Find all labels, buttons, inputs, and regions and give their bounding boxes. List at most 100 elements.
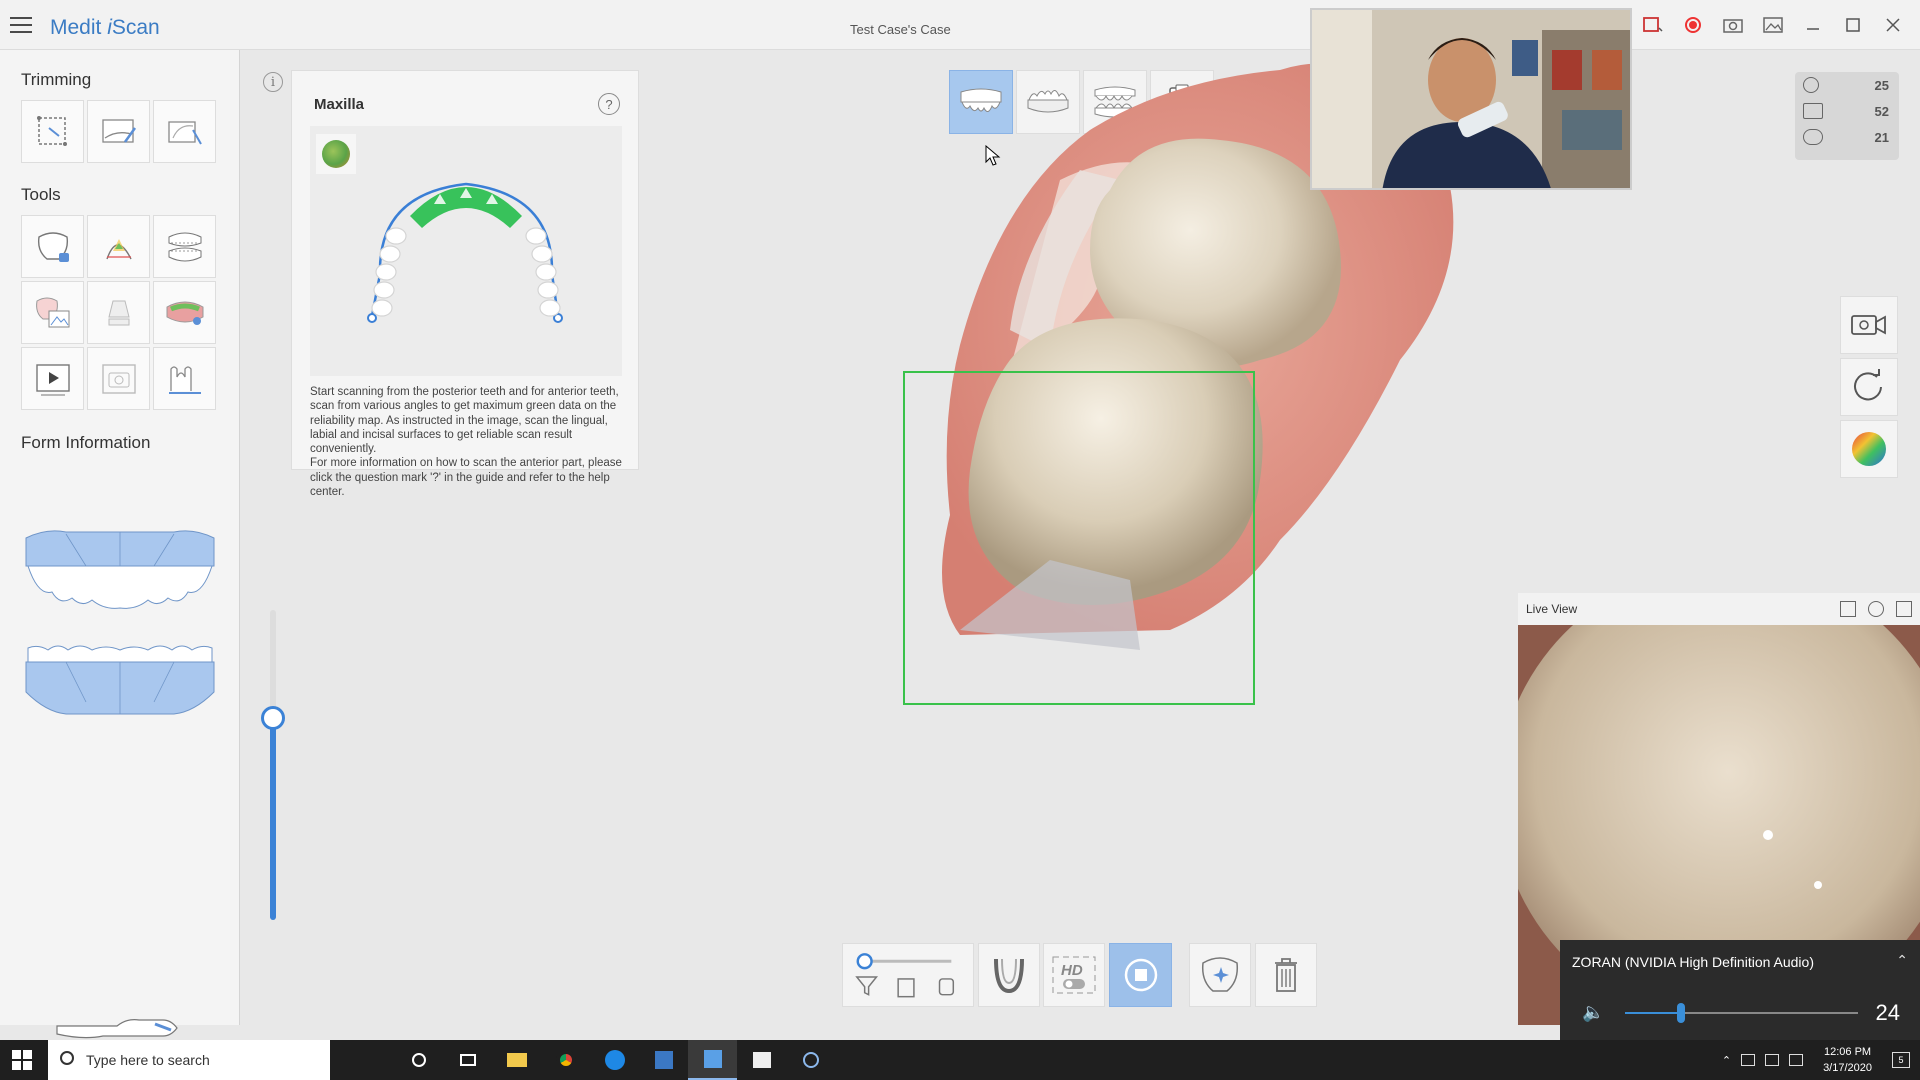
ai-scan-button[interactable] bbox=[1189, 943, 1251, 1007]
snapshot-button[interactable] bbox=[87, 347, 150, 410]
u-arch-icon bbox=[994, 958, 1024, 994]
brush-trim-button[interactable] bbox=[153, 100, 216, 163]
volume-flyout: ZORAN (NVIDIA High Definition Audio) ⌃ 🔈… bbox=[1560, 940, 1920, 1040]
help-icon[interactable]: ? bbox=[598, 93, 620, 115]
clock-date: 3/17/2020 bbox=[1823, 1062, 1872, 1074]
occlusion-icon bbox=[168, 232, 201, 261]
guide-title: Maxilla bbox=[314, 96, 365, 113]
app-logo: Medit iScan bbox=[50, 16, 160, 40]
medit-scan-taskbar-icon[interactable] bbox=[688, 1040, 737, 1080]
task-view-icon[interactable] bbox=[443, 1040, 492, 1080]
guide-instructions: Start scanning from the posterior teeth … bbox=[310, 386, 622, 499]
stat-time-value: 25 bbox=[1874, 77, 1889, 93]
taskbar-apps bbox=[394, 1040, 835, 1080]
reliability-button[interactable] bbox=[153, 281, 216, 344]
margin-icon bbox=[105, 238, 132, 259]
stat-time: 25 bbox=[1795, 72, 1899, 98]
smart-trim-button[interactable] bbox=[87, 100, 150, 163]
remote-app-icon[interactable] bbox=[639, 1040, 688, 1080]
filter-options-button[interactable] bbox=[842, 943, 974, 1007]
arch-guide-illustration bbox=[310, 126, 622, 376]
menu-icon[interactable] bbox=[10, 17, 32, 33]
logo-text: Medit bbox=[50, 16, 102, 39]
file-explorer-icon[interactable] bbox=[492, 1040, 541, 1080]
minimize-icon[interactable] bbox=[1800, 14, 1826, 36]
app-window-icon[interactable] bbox=[737, 1040, 786, 1080]
notification-count: 5 bbox=[1898, 1055, 1904, 1065]
screen-capture-icon[interactable] bbox=[1640, 14, 1666, 36]
measure-button[interactable] bbox=[153, 347, 216, 410]
edge-icon[interactable] bbox=[590, 1040, 639, 1080]
reliability-icon bbox=[166, 301, 203, 325]
system-tray: ⌃ 12:06 PM 3/17/2020 5 bbox=[1722, 1040, 1910, 1080]
record-icon[interactable] bbox=[1680, 14, 1706, 36]
chevron-up-icon[interactable]: ⌃ bbox=[1896, 952, 1908, 969]
stat-frames-value: 52 bbox=[1874, 103, 1889, 119]
volume-slider[interactable] bbox=[1625, 1003, 1858, 1023]
hd-off-icon: HD bbox=[1052, 956, 1096, 994]
trimming-title: Trimming bbox=[21, 70, 92, 89]
taskbar-search[interactable]: Type here to search bbox=[48, 1040, 330, 1080]
video-camera-icon bbox=[1851, 315, 1886, 335]
close-icon[interactable] bbox=[1880, 14, 1906, 36]
play-video-icon bbox=[35, 363, 70, 395]
notifications-icon[interactable]: 5 bbox=[1892, 1052, 1910, 1068]
windows-start-icon[interactable] bbox=[12, 1050, 32, 1070]
margin-button[interactable] bbox=[87, 215, 150, 278]
delete-button[interactable] bbox=[1255, 943, 1317, 1007]
volume-slider-thumb[interactable] bbox=[1677, 1003, 1685, 1023]
tools-grid bbox=[21, 215, 216, 410]
reliability-map-button[interactable] bbox=[1840, 420, 1898, 478]
abutment-button[interactable] bbox=[87, 281, 150, 344]
stat-rotation: 21 bbox=[1795, 124, 1899, 150]
play-video-button[interactable] bbox=[21, 347, 84, 410]
stat-frames: 52 bbox=[1795, 98, 1899, 124]
taskbar-search-placeholder: Type here to search bbox=[86, 1052, 210, 1068]
video-capture-button[interactable] bbox=[1840, 296, 1898, 354]
brush-trim-icon bbox=[167, 120, 202, 144]
gallery-icon[interactable] bbox=[1760, 14, 1786, 36]
info-icon[interactable]: i bbox=[263, 72, 283, 92]
hd-toggle-button[interactable]: HD bbox=[1043, 943, 1105, 1007]
filter-slider-fill bbox=[270, 717, 276, 920]
tools-title: Tools bbox=[21, 185, 61, 204]
tooth-lock-button[interactable] bbox=[21, 215, 84, 278]
search-icon bbox=[60, 1051, 74, 1065]
speaker-icon[interactable]: 🔈 bbox=[1582, 1002, 1604, 1023]
tray-expand-icon[interactable]: ⌃ bbox=[1722, 1054, 1731, 1067]
scan-stats-panel: 25 52 21 bbox=[1795, 72, 1899, 160]
volume-value: 24 bbox=[1875, 1000, 1900, 1025]
record-app-icon[interactable] bbox=[786, 1040, 835, 1080]
live-view-controls bbox=[1840, 601, 1912, 617]
cortana-icon[interactable] bbox=[394, 1040, 443, 1080]
maxilla-form-icon[interactable] bbox=[22, 528, 218, 610]
volume-tray-icon[interactable] bbox=[1789, 1054, 1804, 1066]
camera-icon[interactable] bbox=[1720, 14, 1746, 36]
left-sidebar: Trimming Tools Form Information bbox=[0, 50, 240, 1054]
filter-slider-knob[interactable] bbox=[261, 706, 285, 730]
form-information-title: Form Information bbox=[21, 433, 151, 452]
stat-rotation-value: 21 bbox=[1874, 129, 1889, 145]
reset-view-button[interactable] bbox=[1840, 358, 1898, 416]
rotate-refresh-icon bbox=[1854, 369, 1882, 401]
occlusion-button[interactable] bbox=[153, 215, 216, 278]
live-view-snap-icon[interactable] bbox=[1840, 601, 1856, 617]
stop-scan-button[interactable] bbox=[1109, 943, 1172, 1007]
network-icon[interactable] bbox=[1741, 1054, 1756, 1066]
battery-icon[interactable] bbox=[1765, 1054, 1780, 1066]
taskbar-clock[interactable]: 12:06 PM 3/17/2020 bbox=[1823, 1044, 1872, 1076]
mandible-form-icon[interactable] bbox=[22, 640, 218, 722]
live-view-expand-icon[interactable] bbox=[1896, 601, 1912, 617]
tooth-image-icon bbox=[35, 297, 69, 327]
webcam-video-overlay bbox=[1310, 8, 1632, 190]
live-view-pin-icon[interactable] bbox=[1868, 601, 1884, 617]
lasso-trim-button[interactable] bbox=[21, 100, 84, 163]
chrome-icon[interactable] bbox=[541, 1040, 590, 1080]
smart-trim-icon bbox=[101, 118, 136, 143]
trash-icon bbox=[1275, 958, 1297, 992]
maximize-icon[interactable] bbox=[1840, 14, 1866, 36]
arch-mode-button[interactable] bbox=[978, 943, 1040, 1007]
audio-device-name: ZORAN (NVIDIA High Definition Audio) bbox=[1572, 954, 1814, 970]
filter-slider[interactable] bbox=[261, 610, 285, 920]
tooth-image-button[interactable] bbox=[21, 281, 84, 344]
